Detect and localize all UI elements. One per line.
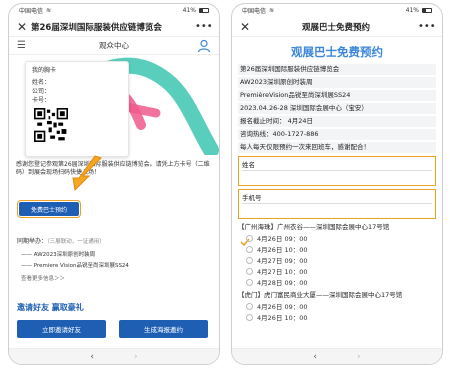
more-icon[interactable]: ••• [418,21,436,32]
sync-item-1: —— AW2023深圳原创时装周 [21,252,96,258]
carrier-label: 中国电信 [19,8,44,15]
forward-icon[interactable]: › [357,352,361,362]
battery-label: 41% [182,7,196,14]
visitor-badge: 我的胸卡 姓名： 公司： 卡号： [25,61,129,157]
badge-title: 我的胸卡 [32,67,57,74]
info-row: 第26届深圳国际服装供应链博览会 [238,64,436,75]
more-icon[interactable]: ••• [195,21,213,32]
time-slot[interactable]: 4月27日 10：00 [246,266,442,276]
info-row: AW2023深圳原创时装周 [238,77,436,88]
bottom-nav: ‹ › [9,348,219,364]
menu-icon[interactable]: ☰ [17,40,31,51]
name-field[interactable]: 姓名 [238,156,436,186]
close-icon[interactable]: ✕ [17,20,31,34]
phone-right: 中国电信 ≋ 41% ✕ 观展巴士免费预约 ••• 观展巴士免费预约 第26届深圳… [231,3,443,365]
radio-button[interactable] [246,245,253,253]
route-humen: 【虎门】虎门富民商业大厦——深圳国际会展中心17号馆 [238,291,403,299]
page-title: 第26届深圳国际服装供应链博览会 [31,22,162,33]
info-row: 每人每天仅限预约一次来回班车，感谢配合！ [238,142,436,153]
radio-button[interactable] [246,313,253,321]
route2-slots: 4月26日 09：00 4月26日 10：00 [232,301,442,322]
status-bar: 中国电信 ≋ 41% [9,4,219,17]
sync-item-2: —— Premiere Vision品锐至尚深圳展SS24 [21,263,129,269]
phone-left: 中国电信 ≋ 41% ✕ 第26届深圳国际服装供应链博览会 ••• ☰ 观众中心 … [8,3,220,365]
slot-label: 4月27日 10：00 [257,268,308,276]
carrier-label: 中国电信 [242,8,267,15]
battery-label: 41% [405,7,419,14]
bus-booking-button[interactable]: 免费巴士预约 [17,200,81,218]
pointer-arrow-icon [72,155,102,192]
slot-label: 4月26日 10：00 [257,314,308,322]
radio-button[interactable] [246,278,253,286]
slot-label: 4月26日 09：00 [257,303,308,311]
time-slot[interactable]: 4月26日 10：00 [246,244,442,254]
sync-title: 同期举办：（三展联动，一证通用） [17,236,105,245]
battery-icon [422,8,432,13]
name-input[interactable] [242,170,432,171]
radio-button[interactable] [246,234,253,242]
slot-label: 4月27日 09：00 [257,257,308,265]
name-label: 姓名 [242,161,255,169]
invite-title: 邀请好友 赢取豪礼 [17,303,84,312]
info-row: 2023.04.26-28 深圳国际会展中心（宝安） [238,103,436,114]
event-info: 第26届深圳国际服装供应链博览会 AW2023深圳原创时装周 PremièreV… [232,64,442,153]
slot-label: 4月26日 10：00 [257,246,308,254]
radio-button[interactable] [246,267,253,275]
qr-code [34,108,68,142]
title-bar: ✕ 观展巴士免费预约 ••• [232,17,442,37]
info-row: PremièreVision品锐至尚深圳展SS24 [238,90,436,101]
invite-friends-button[interactable]: 立即邀请好友 [17,320,106,338]
route-guangzhou: 【广州海珠】广州衣谷——深圳国际会展中心17号馆 [238,223,390,231]
slot-label: 4月26日 09：00 [257,235,308,243]
back-icon[interactable]: ‹ [313,352,317,362]
close-icon[interactable]: ✕ [240,20,254,34]
wifi-icon: ≋ [269,7,275,14]
back-icon[interactable]: ‹ [90,352,94,362]
title-bar: ✕ 第26届深圳国际服装供应链博览会 ••• [9,17,219,37]
wifi-icon: ≋ [46,7,52,14]
radio-button[interactable] [246,302,253,310]
booking-heading: 观展巴士免费预约 [291,45,383,59]
badge-name-label: 姓名： [32,79,51,86]
notice-text: 感谢您登记参观第26届深圳国际服装供应链博览会。请凭上方卡号（二维码）到展会现场… [16,161,210,176]
subnav-title: 观众中心 [99,41,129,50]
sub-nav: ☰ 观众中心 [9,37,219,55]
phone-field[interactable]: 手机号 [238,189,436,219]
time-slot[interactable]: 4月26日 10：00 [246,312,442,322]
sync-note: （三展联动，一证通用） [47,239,105,245]
info-row: 咨询热线：400-1727-886 [238,129,436,140]
forward-icon[interactable]: › [134,352,138,362]
time-slot[interactable]: 4月26日 09：00 [246,233,442,243]
badge-company-label: 公司： [32,88,51,95]
time-slot[interactable]: 4月27日 09：00 [246,255,442,265]
phone-label: 手机号 [242,194,262,202]
route1-slots: 4月26日 09：00 4月26日 10：00 4月27日 09：00 4月27… [232,233,442,287]
info-row: 报名截止时间： 4月24日 [238,116,436,127]
radio-button[interactable] [246,256,253,264]
badge-card-label: 卡号： [32,97,51,104]
badge-area: 我的胸卡 姓名： 公司： 卡号： [9,55,219,157]
more-info-link[interactable]: 查看更多信息＞＞ [21,274,65,282]
status-bar: 中国电信 ≋ 41% [232,4,442,17]
page-title: 观展巴士免费预约 [301,22,370,33]
phone-input[interactable] [242,203,432,204]
battery-icon [199,8,209,13]
time-slot[interactable]: 4月28日 09：00 [246,277,442,287]
poster-invite-button[interactable]: 生成海报邀约 [119,320,208,338]
sync-title-text: 同期举办： [17,238,48,245]
slot-label: 4月28日 09：00 [257,279,308,287]
user-icon[interactable] [197,39,211,53]
bottom-nav: ‹ › [232,348,442,364]
time-slot[interactable]: 4月26日 09：00 [246,301,442,311]
